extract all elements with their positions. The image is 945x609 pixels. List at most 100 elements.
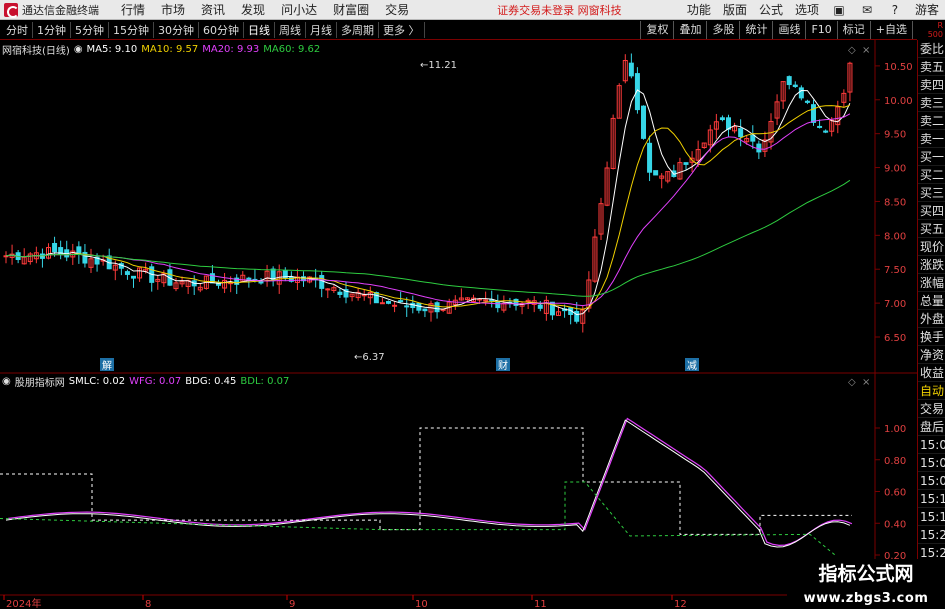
moving-averages bbox=[5, 89, 851, 316]
price-tick-label: 7.00 bbox=[884, 299, 906, 310]
menu-formula[interactable]: 公式 bbox=[759, 1, 783, 18]
menu-ask[interactable]: 问小达 bbox=[281, 1, 317, 18]
sub-close-icon[interactable]: × bbox=[862, 377, 870, 388]
period-15min[interactable]: 15分钟 bbox=[109, 22, 154, 38]
quote-item[interactable]: 买四 bbox=[918, 202, 945, 220]
quote-item[interactable]: 委比 bbox=[918, 40, 945, 58]
period-timeshare[interactable]: 分时 bbox=[0, 22, 33, 38]
menu-function[interactable]: 功能 bbox=[687, 1, 711, 18]
login-status[interactable]: 证券交易未登录 网窗科技 bbox=[497, 2, 622, 18]
menu-options[interactable]: 选项 bbox=[795, 1, 819, 18]
candle-body bbox=[823, 130, 829, 133]
quote-item[interactable]: 外盘 bbox=[918, 310, 945, 328]
period-more[interactable]: 更多 〉 bbox=[379, 22, 425, 38]
menu-quotes[interactable]: 行情 bbox=[121, 1, 145, 18]
period-monthly[interactable]: 月线 bbox=[306, 22, 337, 38]
legend-ma5: MA5: 9.10 bbox=[86, 43, 138, 55]
legend-ma20: MA20: 9.93 bbox=[202, 43, 260, 55]
quote-item[interactable]: 卖三 bbox=[918, 94, 945, 112]
candle-body bbox=[683, 162, 689, 165]
bdl-line bbox=[0, 481, 836, 556]
badge-top: R bbox=[937, 21, 943, 30]
menu-market[interactable]: 市场 bbox=[161, 1, 185, 18]
message-icon[interactable]: ✉ bbox=[859, 3, 875, 17]
date-tick-label: 2024年 bbox=[6, 597, 41, 609]
candle-body bbox=[817, 125, 823, 128]
date-axis: 2024年 8 9 10 11 12 bbox=[3, 595, 687, 609]
legend-toggle-icon[interactable]: ◉ bbox=[74, 44, 83, 55]
stock-name[interactable]: 网宿科技(日线) bbox=[2, 42, 70, 57]
candle-body bbox=[404, 305, 410, 308]
sub-diamond-icon[interactable]: ◇ bbox=[848, 377, 856, 388]
candle-body bbox=[76, 246, 82, 255]
period-60min[interactable]: 60分钟 bbox=[199, 22, 244, 38]
tool-stats[interactable]: 统计 bbox=[739, 21, 772, 39]
menu-layout[interactable]: 版面 bbox=[723, 1, 747, 18]
quote-item[interactable]: 买一 bbox=[918, 148, 945, 166]
user-label[interactable]: 游客 bbox=[915, 1, 939, 18]
quote-item[interactable]: 现价 bbox=[918, 238, 945, 256]
chart-diamond-icon[interactable]: ◇ bbox=[848, 45, 856, 56]
event-unlock: 解 bbox=[102, 359, 112, 372]
date-tick-label: 9 bbox=[289, 599, 295, 609]
quote-item[interactable]: 卖四 bbox=[918, 76, 945, 94]
price-tick-label: 8.00 bbox=[884, 231, 906, 242]
badge-bottom: 500 bbox=[927, 30, 943, 39]
quote-item[interactable]: 卖一 bbox=[918, 130, 945, 148]
period-1min[interactable]: 1分钟 bbox=[33, 22, 71, 38]
price-tick-label: 10.00 bbox=[884, 96, 913, 107]
chart-close-icon[interactable]: × bbox=[862, 45, 870, 56]
date-tick-label: 10 bbox=[415, 599, 428, 609]
tool-overlay[interactable]: 叠加 bbox=[673, 21, 706, 39]
ma-line bbox=[5, 89, 851, 316]
period-weekly[interactable]: 周线 bbox=[275, 22, 306, 38]
period-daily[interactable]: 日线 bbox=[244, 22, 275, 38]
candle-body bbox=[647, 142, 653, 173]
legend-toggle-icon[interactable]: ◉ bbox=[2, 376, 11, 387]
tool-adjust[interactable]: 复权 bbox=[640, 21, 673, 39]
indicator-axis: 1.000.800.600.400.20 bbox=[875, 424, 906, 562]
quote-item[interactable]: 卖二 bbox=[918, 112, 945, 130]
skin-icon[interactable]: ▣ bbox=[831, 3, 847, 17]
menu-wealth[interactable]: 财富圈 bbox=[333, 1, 369, 18]
watermark: 指标公式网 www.zbgs3.com bbox=[787, 559, 945, 609]
period-30min[interactable]: 30分钟 bbox=[154, 22, 199, 38]
kline-chart[interactable]: 11.0010.5010.009.509.008.508.007.507.006… bbox=[0, 40, 917, 609]
quote-item[interactable]: 总量 bbox=[918, 292, 945, 310]
period-5min[interactable]: 5分钟 bbox=[71, 22, 109, 38]
quote-time: 15:00 bbox=[918, 438, 945, 454]
quote-item[interactable]: 买二 bbox=[918, 166, 945, 184]
quote-item[interactable]: 收益 bbox=[918, 364, 945, 382]
tool-multi-stock[interactable]: 多股 bbox=[706, 21, 739, 39]
quote-time: 15:16 bbox=[918, 510, 945, 526]
sub-tick-label: 1.00 bbox=[884, 424, 906, 435]
tool-add-watchlist[interactable]: +自选 bbox=[869, 21, 912, 39]
menu-news[interactable]: 资讯 bbox=[201, 1, 225, 18]
tool-f10[interactable]: F10 bbox=[805, 21, 836, 39]
bdg-line bbox=[0, 427, 852, 535]
period-multi[interactable]: 多周期 bbox=[337, 22, 379, 38]
quote-item[interactable]: 买五 bbox=[918, 220, 945, 238]
candle-body bbox=[537, 304, 543, 309]
low-value: 6.37 bbox=[362, 352, 384, 363]
quote-item[interactable]: 交易 bbox=[918, 400, 945, 418]
quote-item[interactable]: 卖五 bbox=[918, 58, 945, 76]
menu-bar: 通达信金融终端 行情 市场 资讯 发现 问小达 财富圈 交易 证券交易未登录 网… bbox=[0, 0, 945, 20]
quote-item[interactable]: 涨幅 bbox=[918, 274, 945, 292]
tool-draw[interactable]: 画线 bbox=[772, 21, 805, 39]
smlc-line bbox=[5, 419, 851, 548]
wfg-line bbox=[7, 417, 853, 547]
quote-item[interactable]: 换手 bbox=[918, 328, 945, 346]
quote-item[interactable]: 涨跌 bbox=[918, 256, 945, 274]
menu-discover[interactable]: 发现 bbox=[241, 1, 265, 18]
help-icon[interactable]: ? bbox=[887, 3, 903, 17]
quote-item[interactable]: 自动 bbox=[918, 382, 945, 400]
menu-trade[interactable]: 交易 bbox=[385, 1, 409, 18]
tool-mark[interactable]: 标记 bbox=[836, 21, 870, 39]
quote-item[interactable]: 买三 bbox=[918, 184, 945, 202]
candle-body bbox=[131, 275, 136, 279]
candle-body bbox=[337, 291, 343, 295]
quote-item[interactable]: 净资 bbox=[918, 346, 945, 364]
quote-item[interactable]: 盘后 bbox=[918, 418, 945, 436]
indicator-name[interactable]: 股朋指标网 bbox=[15, 374, 65, 389]
